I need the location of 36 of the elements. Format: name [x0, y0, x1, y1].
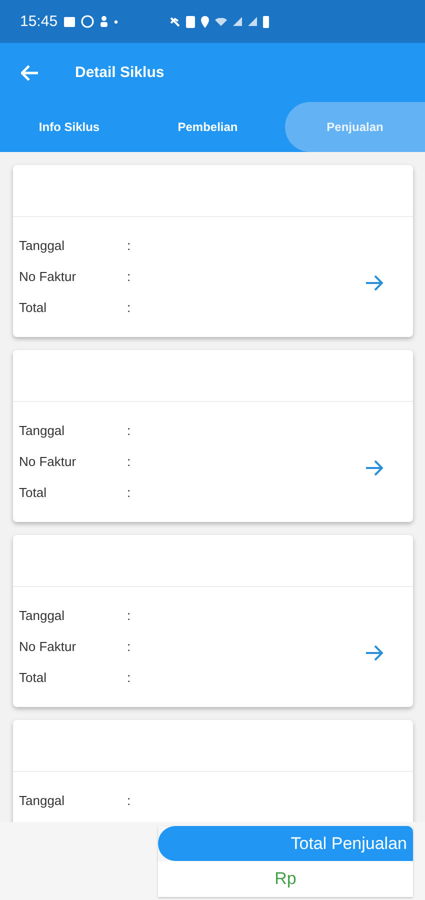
- invoice-card[interactable]: Tanggal : No Faktur : Total :: [13, 165, 413, 337]
- location-icon: [200, 16, 209, 28]
- invoice-card[interactable]: Tanggal : No Faktur : Total :: [13, 350, 413, 522]
- field-separator: :: [127, 484, 131, 500]
- field-separator: :: [127, 454, 131, 468]
- invoice-card[interactable]: Tanggal :: [13, 720, 413, 822]
- field-label: Tanggal: [19, 422, 66, 438]
- field-separator: :: [127, 670, 131, 684]
- wifi-icon: [214, 18, 227, 26]
- screen-title: Detail Siklus: [75, 64, 164, 81]
- forward-arrow-icon[interactable]: [365, 460, 383, 476]
- person-icon: [100, 16, 108, 27]
- field-label: No Faktur: [19, 454, 78, 468]
- field-label: Tanggal: [19, 608, 66, 622]
- field-separator: :: [127, 422, 131, 438]
- field-separator: :: [127, 300, 131, 314]
- field-label: Tanggal: [19, 792, 66, 808]
- back-arrow-icon[interactable]: [21, 64, 39, 80]
- field-label: Total: [19, 670, 48, 684]
- field-separator: :: [127, 792, 131, 808]
- status-time: 15:45: [20, 13, 58, 30]
- field-separator: :: [127, 638, 131, 654]
- field-label: No Faktur: [19, 638, 78, 654]
- total-sales-header: Total Penjualan: [158, 826, 413, 861]
- forward-arrow-icon[interactable]: [365, 275, 383, 291]
- field-separator: :: [127, 238, 131, 252]
- field-label: Total: [19, 300, 48, 314]
- field-label: No Faktur: [19, 268, 78, 284]
- field-separator: :: [127, 608, 131, 622]
- invoice-card[interactable]: Tanggal : No Faktur : Total :: [13, 535, 413, 707]
- forward-arrow-icon[interactable]: [365, 645, 383, 661]
- field-label: Total: [19, 484, 48, 500]
- total-sales-value: Rp: [158, 861, 413, 897]
- dot-icon: [114, 20, 118, 24]
- field-separator: :: [127, 268, 131, 284]
- field-label: Tanggal: [19, 238, 66, 252]
